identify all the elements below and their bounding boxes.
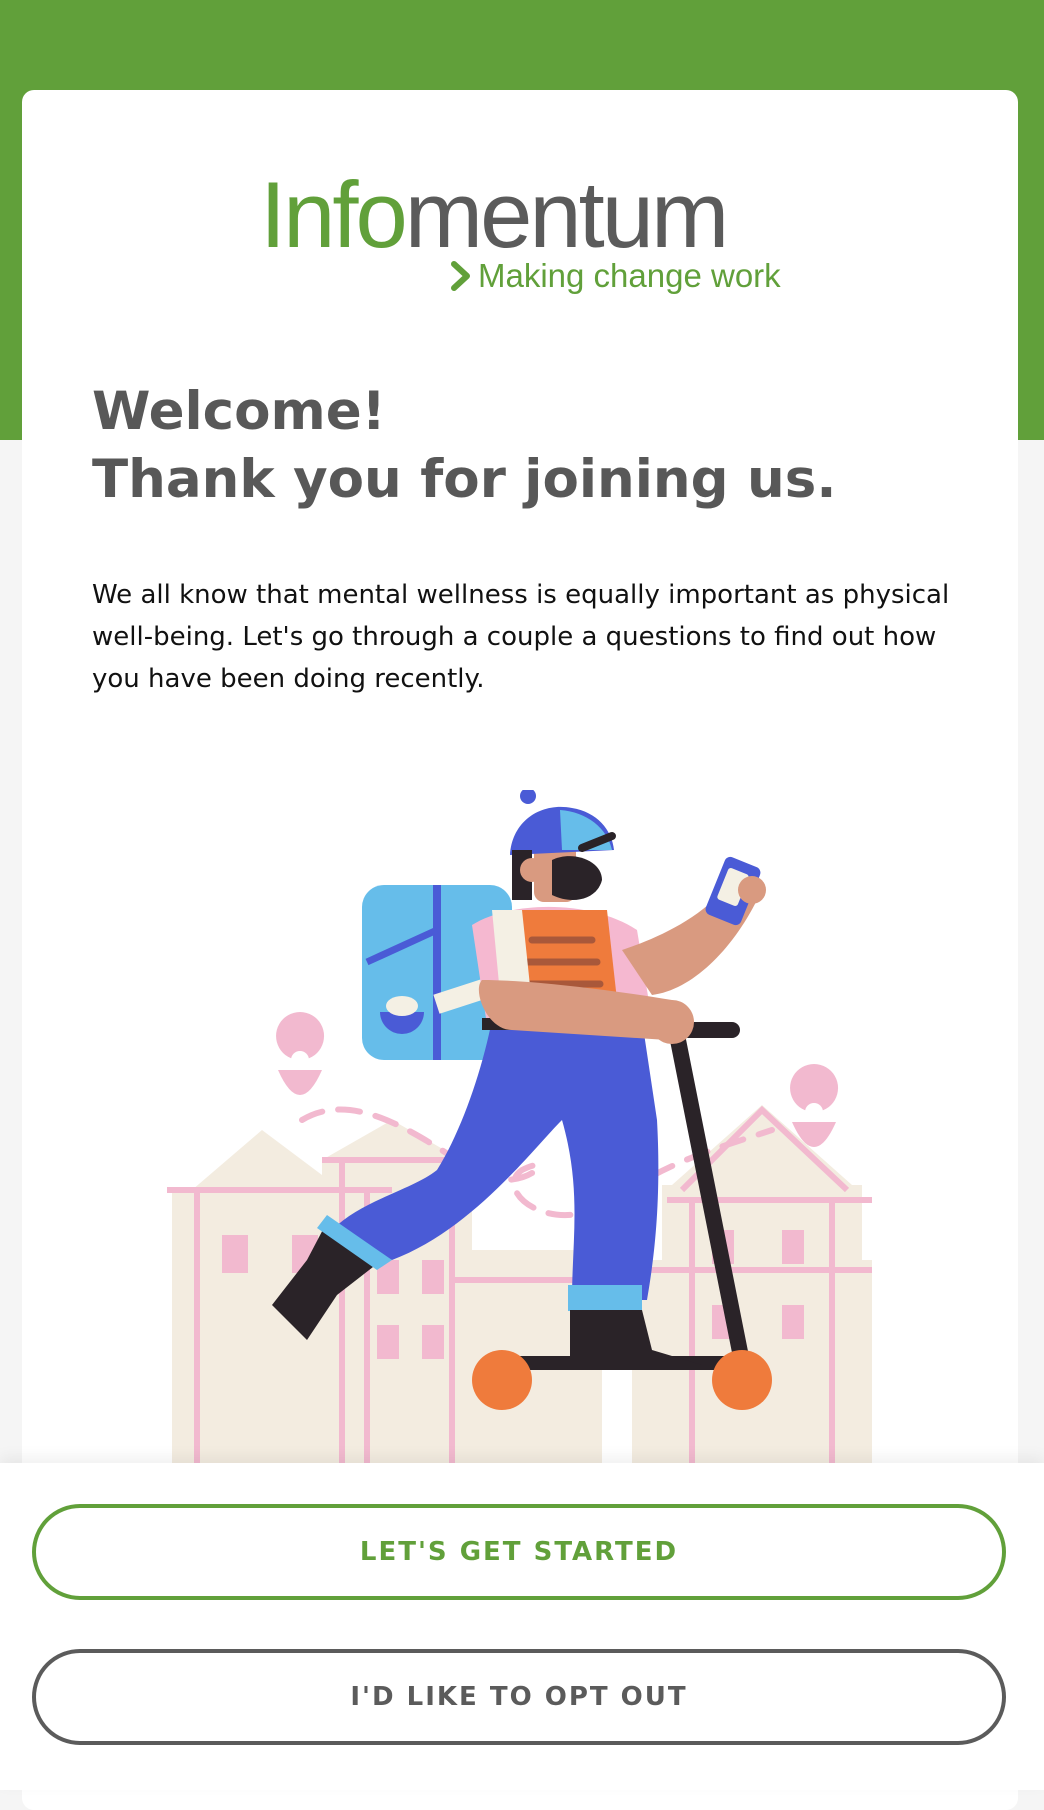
get-started-button[interactable]: LET'S GET STARTED (32, 1504, 1006, 1600)
heading-line-welcome: Welcome! (92, 381, 386, 442)
intro-text: We all know that mental wellness is equa… (92, 580, 950, 694)
logo-word-accent: Info (260, 162, 408, 267)
action-panel: LET'S GET STARTED I'D LIKE TO OPT OUT (0, 1463, 1044, 1790)
logo-tagline: Making change work (450, 254, 781, 298)
chevron-right-icon (451, 261, 470, 291)
opt-out-label: I'D LIKE TO OPT OUT (350, 1682, 688, 1712)
delivery-rider-illustration (152, 790, 892, 1550)
tagline-text: Making change work (478, 257, 781, 294)
get-started-label: LET'S GET STARTED (359, 1537, 679, 1567)
map-pin-icon (790, 1064, 839, 1147)
company-logo: Infomentum Making change work (260, 160, 800, 294)
logo-word-rest: mentum (404, 162, 730, 267)
map-pin-icon (276, 1012, 325, 1095)
phone-icon (705, 856, 766, 926)
rider-head (510, 790, 616, 902)
heading-line-thanks: Thank you for joining us. (92, 449, 837, 510)
opt-out-button[interactable]: I'D LIKE TO OPT OUT (32, 1649, 1006, 1745)
welcome-heading: Welcome! Thank you for joining us. (92, 378, 836, 514)
